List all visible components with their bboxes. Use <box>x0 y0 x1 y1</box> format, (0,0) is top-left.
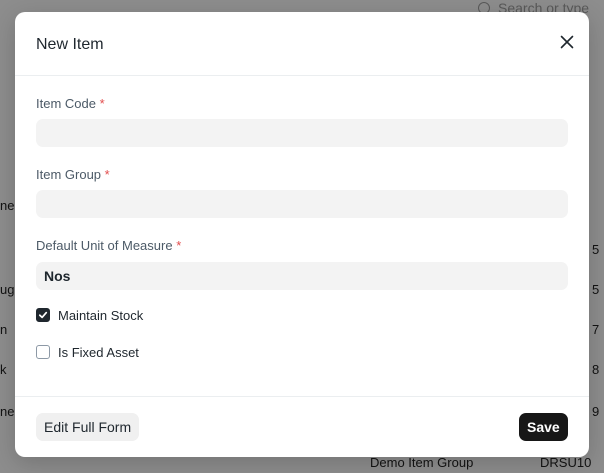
new-item-dialog: New Item Item Code * Item Group * Defaul… <box>15 12 589 457</box>
default-uom-label: Default Unit of Measure * <box>36 238 181 253</box>
item-code-label-text: Item Code <box>36 96 96 111</box>
close-icon <box>560 35 574 49</box>
required-indicator: * <box>176 238 182 253</box>
is-fixed-asset-checkbox-row[interactable]: Is Fixed Asset <box>36 344 139 360</box>
checkmark-icon <box>38 311 48 319</box>
item-group-label: Item Group * <box>36 167 110 182</box>
item-code-input[interactable] <box>36 119 568 147</box>
edit-full-form-button[interactable]: Edit Full Form <box>36 413 140 441</box>
item-group-label-text: Item Group <box>36 167 102 182</box>
dialog-footer: Edit Full Form Save <box>15 396 589 458</box>
item-group-input[interactable] <box>36 190 568 218</box>
dialog-header: New Item <box>15 12 589 76</box>
item-code-label: Item Code * <box>36 96 105 111</box>
maintain-stock-label: Maintain Stock <box>58 307 144 323</box>
maintain-stock-checkbox[interactable] <box>36 308 50 322</box>
default-uom-input[interactable] <box>36 262 568 290</box>
default-uom-label-text: Default Unit of Measure <box>36 238 173 253</box>
required-indicator: * <box>104 167 110 182</box>
is-fixed-asset-checkbox[interactable] <box>36 345 50 359</box>
dialog-title: New Item <box>36 36 104 53</box>
maintain-stock-checkbox-row[interactable]: Maintain Stock <box>36 307 143 323</box>
is-fixed-asset-label: Is Fixed Asset <box>58 344 139 360</box>
close-button[interactable] <box>557 32 577 52</box>
required-indicator: * <box>99 96 105 111</box>
save-button[interactable]: Save <box>519 413 568 441</box>
